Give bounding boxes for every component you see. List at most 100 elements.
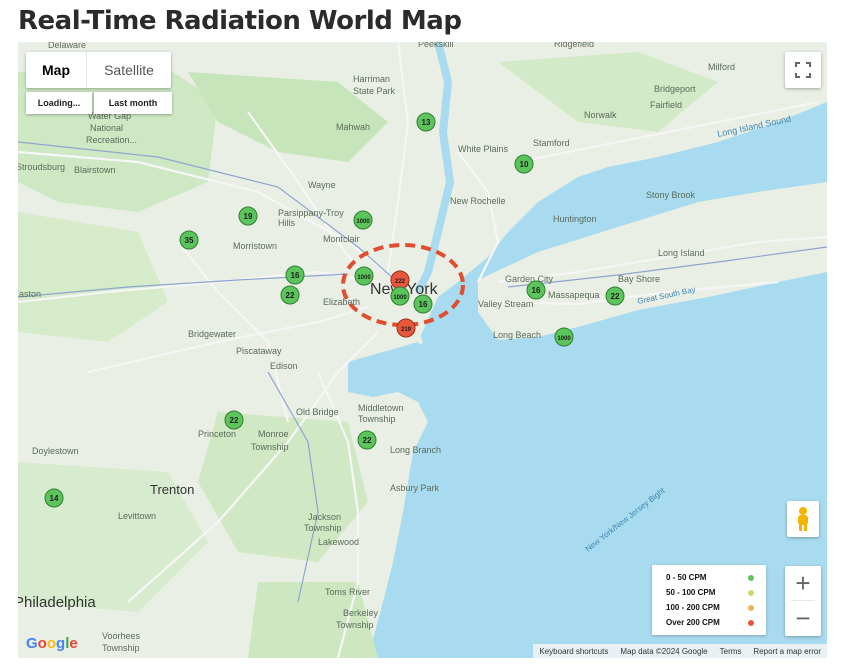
place-label: Lakewood	[318, 537, 359, 547]
radiation-marker[interactable]: 13	[416, 112, 436, 132]
zoom-out-button[interactable]: −	[785, 601, 821, 635]
place-label: Levittown	[118, 511, 156, 521]
report-map-error-link[interactable]: Report a map error	[747, 647, 827, 656]
place-label: Township	[251, 442, 289, 452]
fullscreen-button[interactable]	[785, 52, 821, 88]
place-label: Ridgefield	[554, 42, 594, 49]
place-label: Huntington	[553, 214, 597, 224]
radiation-marker[interactable]: 22	[224, 410, 244, 430]
place-label: Wayne	[308, 180, 336, 190]
place-label: Bridgewater	[188, 329, 236, 339]
place-label: Monroe	[258, 429, 289, 439]
legend-color-dot	[748, 589, 754, 596]
marker-value: 1000	[357, 275, 371, 281]
place-label: Toms River	[325, 587, 370, 597]
marker-value: 219	[401, 327, 412, 333]
radiation-marker[interactable]: 22	[605, 286, 625, 306]
legend-color-dot	[748, 574, 754, 581]
place-label: Parsippany-Troy	[278, 208, 344, 218]
marker-value: 22	[363, 436, 372, 445]
place-label: Stamford	[533, 138, 570, 148]
place-label: Voorhees	[102, 631, 141, 641]
place-label: Berkeley	[343, 608, 379, 618]
place-label: Middletown	[358, 403, 404, 413]
radiation-marker[interactable]: 1000	[353, 210, 373, 230]
keyboard-shortcuts-link[interactable]: Keyboard shortcuts	[533, 647, 614, 656]
radiation-marker[interactable]: 16	[526, 280, 546, 300]
place-label: Long Branch	[390, 445, 441, 455]
place-label: Doylestown	[32, 446, 79, 456]
radiation-marker[interactable]: 1000	[554, 327, 574, 347]
place-label: Montclair	[323, 234, 360, 244]
radiation-marker[interactable]: 14	[44, 488, 64, 508]
marker-value: 19	[244, 212, 253, 221]
terms-link[interactable]: Terms	[714, 647, 748, 656]
map-type-control: Map Satellite	[26, 52, 171, 88]
place-label: White Plains	[458, 144, 509, 154]
radiation-marker[interactable]: 1000	[390, 286, 410, 306]
city-label: Philadelphia	[18, 594, 96, 611]
place-label: Mahwah	[336, 122, 370, 132]
radiation-marker[interactable]: 16	[285, 265, 305, 285]
place-label: Stroudsburg	[18, 162, 65, 172]
place-label: Piscataway	[236, 346, 282, 356]
place-label: Milford	[708, 62, 735, 72]
street-view-pegman-button[interactable]	[787, 501, 819, 537]
time-loading-button[interactable]: Loading...	[26, 92, 92, 114]
place-label: Blairstown	[74, 165, 116, 175]
place-label: Bridgeport	[654, 84, 696, 94]
place-label: Jackson	[308, 512, 341, 522]
radiation-marker[interactable]: 35	[179, 230, 199, 250]
marker-value: 10	[520, 160, 529, 169]
zoom-in-button[interactable]: +	[785, 566, 821, 600]
place-label: Township	[336, 620, 374, 630]
radiation-marker[interactable]: 22	[280, 285, 300, 305]
place-label: Township	[358, 414, 396, 424]
place-label: Township	[304, 523, 342, 533]
place-label: Hills	[278, 218, 295, 228]
map-type-map-button[interactable]: Map	[26, 52, 86, 88]
place-label: State Park	[353, 86, 396, 96]
legend-color-dot	[748, 619, 754, 626]
place-label: Edison	[270, 361, 298, 371]
radiation-marker[interactable]: 22	[357, 430, 377, 450]
place-label: Easton	[18, 289, 41, 299]
marker-value: 14	[50, 494, 59, 503]
place-label: Long Island	[658, 248, 705, 258]
place-label: Elizabeth	[323, 297, 360, 307]
water-label: New York/New Jersey Bight	[584, 486, 668, 554]
radiation-map[interactable]: Delaware Water Gap National Recreation... St…	[18, 42, 827, 658]
place-label: New Rochelle	[450, 196, 506, 206]
page-title: Real-Time Radiation World Map	[18, 6, 462, 36]
radiation-marker[interactable]: 19	[238, 206, 258, 226]
map-attribution: Keyboard shortcuts Map data ©2024 Google…	[533, 644, 827, 658]
radiation-legend: 0 - 50 CPM 50 - 100 CPM 100 - 200 CPM Ov…	[652, 565, 766, 635]
place-label: Massapequa	[548, 290, 600, 300]
marker-value: 16	[532, 286, 541, 295]
zoom-control: + −	[785, 566, 821, 636]
time-last-month-button[interactable]: Last month	[94, 92, 172, 114]
marker-value: 16	[419, 300, 428, 309]
legend-item: Over 200 CPM	[658, 615, 760, 630]
marker-value: 22	[611, 292, 620, 301]
marker-value: 13	[422, 118, 431, 127]
time-range-control: Loading... Last month	[26, 92, 172, 114]
place-label: National	[90, 123, 123, 133]
legend-item: 50 - 100 CPM	[658, 585, 760, 600]
legend-item: 0 - 50 CPM	[658, 570, 760, 585]
radiation-marker[interactable]: 10	[514, 154, 534, 174]
place-label: Recreation...	[86, 135, 137, 145]
place-label: Delaware	[48, 42, 86, 50]
google-logo: Google	[26, 635, 78, 652]
place-label: Asbury Park	[390, 483, 440, 493]
radiation-marker[interactable]: 1000	[354, 266, 374, 286]
place-label: Bay Shore	[618, 274, 660, 284]
place-label: Norwalk	[584, 110, 617, 120]
radiation-marker[interactable]: 16	[413, 294, 433, 314]
radiation-marker[interactable]: 222	[390, 270, 410, 290]
map-data-text: Map data ©2024 Google	[620, 646, 708, 656]
radiation-marker[interactable]: 219	[396, 318, 416, 338]
marker-value: 1000	[557, 336, 571, 342]
place-label: Valley Stream	[478, 299, 533, 309]
map-type-satellite-button[interactable]: Satellite	[86, 52, 171, 88]
